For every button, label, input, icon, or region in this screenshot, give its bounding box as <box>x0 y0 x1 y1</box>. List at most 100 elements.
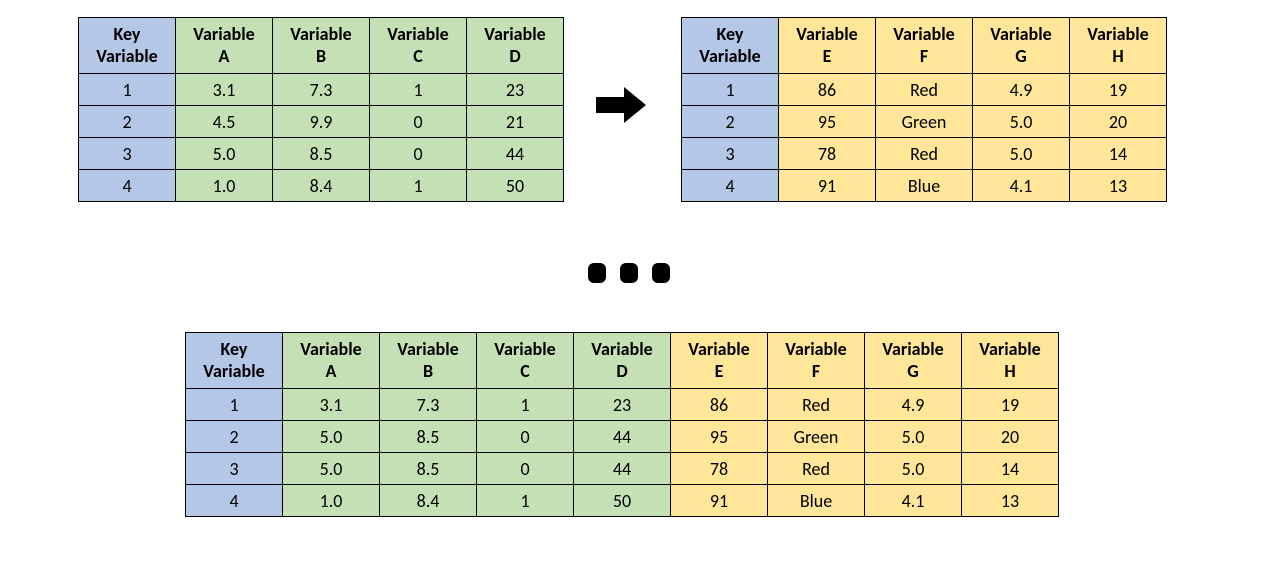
cell: 9.9 <box>273 106 370 138</box>
cell: 3.1 <box>283 389 380 421</box>
cell: 44 <box>574 453 671 485</box>
cell: 5.0 <box>865 421 962 453</box>
table-row: 1 3.1 7.3 1 23 86 Red 4.9 19 <box>186 389 1059 421</box>
cell: 14 <box>962 453 1059 485</box>
cell: 44 <box>574 421 671 453</box>
cell: 7.3 <box>380 389 477 421</box>
cell: 8.4 <box>273 170 370 202</box>
cell: 5.0 <box>283 453 380 485</box>
cell: 23 <box>467 74 564 106</box>
cell: 4.9 <box>865 389 962 421</box>
table-row: 1 86 Red 4.9 19 <box>682 74 1167 106</box>
header-var-c: VariableC <box>370 18 467 74</box>
cell: Green <box>768 421 865 453</box>
cell-key: 1 <box>682 74 779 106</box>
table-header-row: KeyVariable VariableA VariableB Variable… <box>79 18 564 74</box>
cell: 78 <box>671 453 768 485</box>
header-var-a: VariableA <box>176 18 273 74</box>
table-row: 4 91 Blue 4.1 13 <box>682 170 1167 202</box>
header-var-c: VariableC <box>477 333 574 389</box>
cell-key: 1 <box>79 74 176 106</box>
cell: Red <box>768 453 865 485</box>
cell: 5.0 <box>973 138 1070 170</box>
cell: 13 <box>1070 170 1167 202</box>
header-var-h: VariableH <box>962 333 1059 389</box>
table-header-row: KeyVariable VariableA VariableB Variable… <box>186 333 1059 389</box>
header-var-f: VariableF <box>876 18 973 74</box>
cell: 1.0 <box>176 170 273 202</box>
cell: 14 <box>1070 138 1167 170</box>
cell: 4.1 <box>973 170 1070 202</box>
cell: 50 <box>467 170 564 202</box>
cell: 44 <box>467 138 564 170</box>
cell-key: 4 <box>79 170 176 202</box>
source-table-right: KeyVariable VariableE VariableF Variable… <box>681 17 1167 202</box>
cell: 21 <box>467 106 564 138</box>
cell: 20 <box>1070 106 1167 138</box>
table-row: 3 5.0 8.5 0 44 <box>79 138 564 170</box>
header-var-b: VariableB <box>380 333 477 389</box>
table-row: 1 3.1 7.3 1 23 <box>79 74 564 106</box>
cell: 5.0 <box>865 453 962 485</box>
table-row: 3 78 Red 5.0 14 <box>682 138 1167 170</box>
header-key: KeyVariable <box>79 18 176 74</box>
header-var-a: VariableA <box>283 333 380 389</box>
table-row: 4 1.0 8.4 1 50 91 Blue 4.1 13 <box>186 485 1059 517</box>
cell-key: 3 <box>682 138 779 170</box>
cell: Red <box>876 74 973 106</box>
cell: Blue <box>876 170 973 202</box>
cell: 86 <box>671 389 768 421</box>
cell: 8.4 <box>380 485 477 517</box>
cell: 5.0 <box>176 138 273 170</box>
dot-icon <box>588 263 606 283</box>
header-key: KeyVariable <box>186 333 283 389</box>
cell: 1.0 <box>283 485 380 517</box>
cell: 95 <box>779 106 876 138</box>
cell: 4.1 <box>865 485 962 517</box>
header-var-d: VariableD <box>574 333 671 389</box>
cell-key: 3 <box>186 453 283 485</box>
table-row: 2 4.5 9.9 0 21 <box>79 106 564 138</box>
table-header-row: KeyVariable VariableE VariableF Variable… <box>682 18 1167 74</box>
cell: 20 <box>962 421 1059 453</box>
cell: Red <box>768 389 865 421</box>
ellipsis-icon <box>588 263 670 283</box>
cell-key: 3 <box>79 138 176 170</box>
cell-key: 1 <box>186 389 283 421</box>
header-key: KeyVariable <box>682 18 779 74</box>
table-row: 3 5.0 8.5 0 44 78 Red 5.0 14 <box>186 453 1059 485</box>
cell: 78 <box>779 138 876 170</box>
cell: 95 <box>671 421 768 453</box>
cell: 0 <box>477 453 574 485</box>
header-var-h: VariableH <box>1070 18 1167 74</box>
cell: 5.0 <box>973 106 1070 138</box>
cell: 23 <box>574 389 671 421</box>
cell: 91 <box>779 170 876 202</box>
cell: 50 <box>574 485 671 517</box>
cell: Red <box>876 138 973 170</box>
cell: 8.5 <box>380 421 477 453</box>
cell-key: 2 <box>682 106 779 138</box>
header-var-g: VariableG <box>865 333 962 389</box>
cell: 13 <box>962 485 1059 517</box>
cell: 19 <box>962 389 1059 421</box>
dot-icon <box>652 263 670 283</box>
merged-table: KeyVariable VariableA VariableB Variable… <box>185 332 1059 517</box>
cell: 8.5 <box>273 138 370 170</box>
cell: 3.1 <box>176 74 273 106</box>
cell: 0 <box>370 106 467 138</box>
cell: 8.5 <box>380 453 477 485</box>
header-var-e: VariableE <box>671 333 768 389</box>
cell-key: 4 <box>682 170 779 202</box>
cell: 4.9 <box>973 74 1070 106</box>
cell: 19 <box>1070 74 1167 106</box>
header-var-d: VariableD <box>467 18 564 74</box>
header-var-f: VariableF <box>768 333 865 389</box>
dot-icon <box>620 263 638 283</box>
cell: 0 <box>370 138 467 170</box>
cell: Blue <box>768 485 865 517</box>
cell: 1 <box>370 74 467 106</box>
cell: 0 <box>477 421 574 453</box>
source-table-left: KeyVariable VariableA VariableB Variable… <box>78 17 564 202</box>
arrow-right-icon <box>596 85 646 125</box>
